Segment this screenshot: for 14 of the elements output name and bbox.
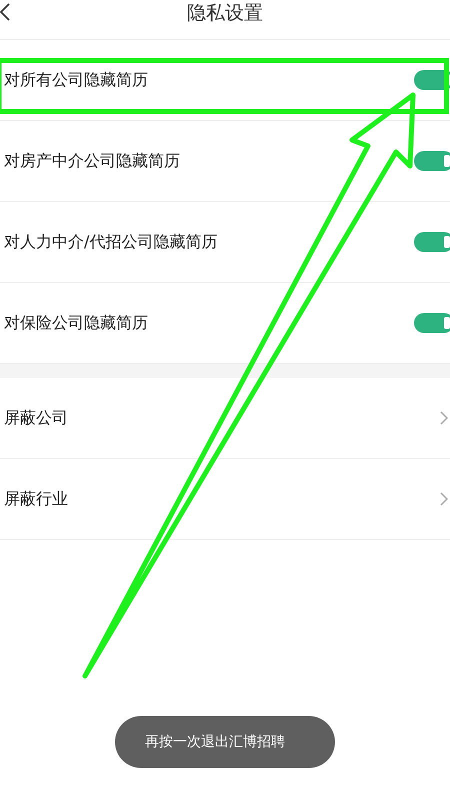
toast-message: 再按一次退出汇博招聘 [115,716,335,768]
setting-label: 对所有公司隐藏简历 [4,70,148,90]
toggle-switch[interactable] [414,151,450,171]
setting-label: 对保险公司隐藏简历 [4,312,148,334]
menu-item-label[interactable]: 屏蔽行业 [4,488,68,510]
setting-label: 对人力中介/代招公司隐藏简历 [4,232,218,252]
toggle-switch[interactable] [414,313,450,333]
toggle-switch[interactable] [414,232,450,252]
chevron-right-icon [440,411,448,425]
menu-item-label[interactable]: 屏蔽公司 [4,408,68,428]
setting-label: 对房产中介公司隐藏简历 [4,150,180,172]
back-icon[interactable] [0,3,10,21]
page-title: 隐私设置 [187,0,263,26]
chevron-right-icon [440,492,448,506]
